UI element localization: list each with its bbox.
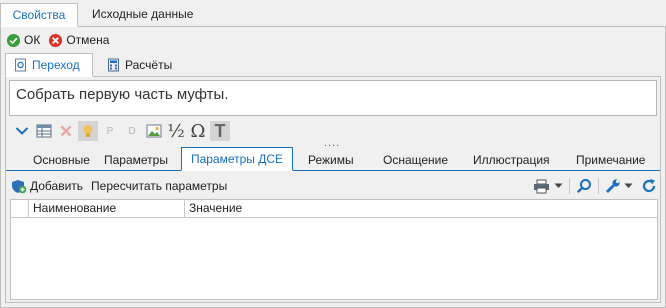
tab-note[interactable]: Примечание <box>576 151 645 171</box>
top-tab-bar: Свойства Исходные данные <box>0 0 666 27</box>
add-shield-icon <box>12 179 27 193</box>
wrench-icon <box>606 179 620 193</box>
image-icon[interactable] <box>144 121 164 141</box>
transition-doc-icon <box>15 58 26 72</box>
splitter-grip[interactable]: .... <box>324 138 340 149</box>
d-marker-icon: D <box>128 125 136 137</box>
grid-toolbar: Добавить Пересчитать параметры <box>11 175 657 197</box>
p-marker-icon: P <box>106 125 114 137</box>
print-button[interactable] <box>533 179 563 194</box>
add-button[interactable]: Добавить <box>11 179 83 194</box>
tab-transition[interactable]: Переход <box>5 53 93 77</box>
tab-parameters[interactable]: Параметры <box>104 151 168 171</box>
tab-modes[interactable]: Режимы <box>308 151 354 171</box>
caret-down-icon <box>624 183 633 188</box>
tab-equipment[interactable]: Оснащение <box>383 151 448 171</box>
ok-button[interactable]: ОК <box>6 33 40 48</box>
caret-down-icon <box>554 183 563 188</box>
grid-toolbar-right <box>533 175 657 197</box>
format-toolbar: P D ½ Ω T <box>12 120 232 142</box>
tab-calculations[interactable]: Расчёты <box>107 53 172 77</box>
row-selector-header <box>11 200 29 217</box>
search-icon <box>576 179 591 194</box>
search-button[interactable] <box>576 178 592 194</box>
ok-label: ОК <box>24 33 41 47</box>
param-tab-bar: Основные Параметры Параметры ДСЕ Режимы … <box>6 147 660 171</box>
recalculate-label: Пересчитать параметры <box>91 179 228 193</box>
tab-illustration[interactable]: Иллюстрация <box>473 151 550 171</box>
tab-properties[interactable]: Свойства <box>0 3 78 27</box>
transition-text-field[interactable]: Собрать первую часть муфты. <box>9 80 657 116</box>
delete-icon <box>56 121 76 141</box>
column-header-name[interactable]: Наименование <box>29 200 185 217</box>
check-circle-icon <box>6 33 21 47</box>
cancel-label: Отмена <box>66 33 110 47</box>
dse-parameters-grid[interactable]: Наименование Значение <box>10 199 658 300</box>
tab-transition-label: Переход <box>32 58 80 72</box>
tab-main[interactable]: Основные <box>33 151 90 171</box>
cancel-circle-icon <box>49 33 63 47</box>
grid-header: Наименование Значение <box>11 200 657 218</box>
table-icon[interactable] <box>34 121 54 141</box>
add-label: Добавить <box>30 179 84 193</box>
tab-dse-parameters[interactable]: Параметры ДСЕ <box>181 147 293 171</box>
action-bar: ОК Отмена <box>6 31 117 49</box>
tab-calculations-label: Расчёты <box>125 58 173 72</box>
refresh-icon <box>642 179 656 193</box>
printer-icon <box>534 179 549 193</box>
refresh-button[interactable] <box>641 178 657 194</box>
settings-button[interactable] <box>605 178 633 194</box>
toolbar-separator <box>569 178 570 194</box>
calculator-icon <box>108 58 119 72</box>
column-header-value[interactable]: Значение <box>185 200 657 217</box>
cancel-button[interactable]: Отмена <box>48 33 109 48</box>
chevron-down-icon[interactable] <box>12 121 32 141</box>
tab-source-data[interactable]: Исходные данные <box>82 3 203 27</box>
omega-symbol-icon[interactable]: Ω <box>188 121 208 142</box>
lightbulb-icon[interactable] <box>78 121 98 141</box>
fraction-icon[interactable]: ½ <box>166 121 186 142</box>
text-style-icon[interactable]: T <box>210 121 230 141</box>
toolbar-separator <box>598 178 599 194</box>
recalculate-button[interactable]: Пересчитать параметры <box>91 179 227 193</box>
sub-tab-bar: Переход Расчёты <box>0 53 666 77</box>
transition-panel: Собрать первую часть муфты. P D ½ Ω T ..… <box>5 76 661 303</box>
